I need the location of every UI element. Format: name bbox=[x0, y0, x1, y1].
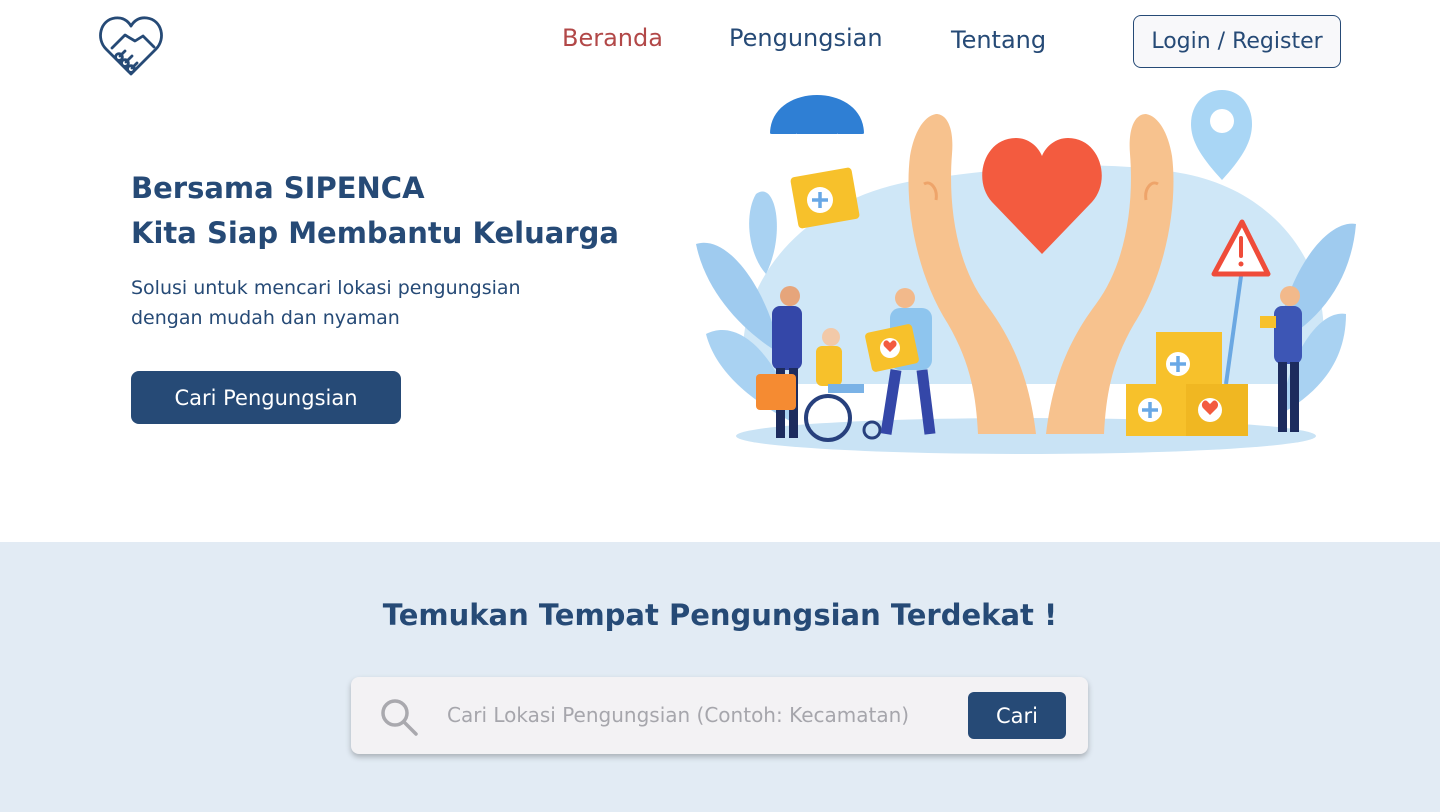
search-icon bbox=[379, 697, 419, 737]
nav-link-tentang[interactable]: Tentang bbox=[951, 26, 1046, 54]
search-bar: Cari bbox=[351, 677, 1088, 754]
caring-hands-illustration bbox=[696, 90, 1356, 454]
login-register-button[interactable]: Login / Register bbox=[1133, 15, 1341, 68]
nav-link-beranda[interactable]: Beranda bbox=[562, 24, 663, 52]
hero-title-line-2: Kita Siap Membantu Keluarga bbox=[131, 216, 619, 250]
cari-pengungsian-button[interactable]: Cari Pengungsian bbox=[131, 371, 401, 424]
nav-link-pengungsian[interactable]: Pengungsian bbox=[729, 24, 883, 52]
navbar: Beranda Pengungsian Tentang Login / Regi… bbox=[0, 0, 1440, 90]
heart-handshake-logo-icon[interactable] bbox=[98, 14, 164, 78]
search-section: Temukan Tempat Pengungsian Terdekat ! Ca… bbox=[0, 542, 1440, 812]
hero-subtitle-line-2: dengan mudah dan nyaman bbox=[131, 307, 400, 329]
hero-subtitle: Solusi untuk mencari lokasi pengungsian … bbox=[131, 273, 591, 333]
search-location-input[interactable] bbox=[447, 693, 957, 737]
cari-search-button[interactable]: Cari bbox=[968, 692, 1066, 739]
search-section-title: Temukan Tempat Pengungsian Terdekat ! bbox=[382, 598, 1058, 632]
hero-title-line-1: Bersama SIPENCA bbox=[131, 171, 425, 205]
hero-subtitle-line-1: Solusi untuk mencari lokasi pengungsian bbox=[131, 277, 521, 299]
hero-title: Bersama SIPENCA Kita Siap Membantu Kelua… bbox=[131, 166, 619, 256]
